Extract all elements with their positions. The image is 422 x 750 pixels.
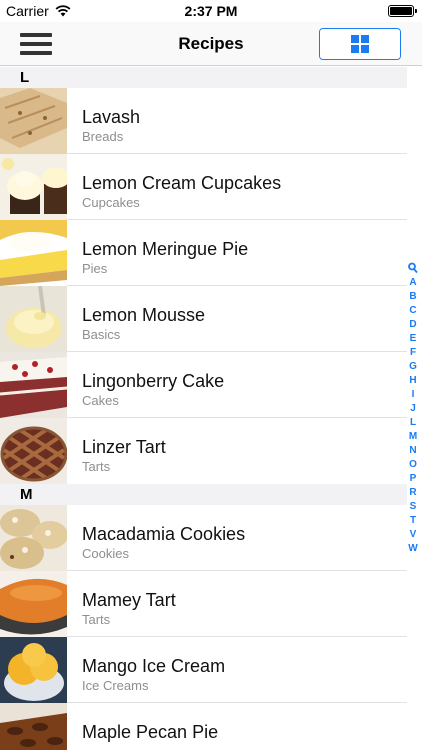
recipe-row-lingonberry-cake[interactable]: Lingonberry Cake Cakes	[0, 352, 407, 418]
recipe-thumbnail	[0, 418, 67, 484]
recipe-title: Mamey Tart	[82, 590, 176, 610]
battery-icon	[388, 5, 417, 17]
view-mode-toggle[interactable]	[319, 28, 401, 60]
recipe-title: Lingonberry Cake	[82, 371, 225, 391]
recipe-row-lemon-mousse[interactable]: Lemon Mousse Basics	[0, 286, 407, 352]
recipe-title: Mango Ice Cream	[82, 656, 226, 676]
index-letter-g[interactable]: G	[406, 360, 420, 374]
recipe-title: Lemon Mousse	[82, 305, 206, 325]
recipe-title: Macadamia Cookies	[82, 524, 246, 544]
index-letter-s[interactable]: S	[406, 500, 420, 514]
index-letter-o[interactable]: O	[406, 458, 420, 472]
status-bar: Carrier 2:37 PM	[0, 0, 422, 22]
index-letter-w[interactable]: W	[406, 542, 420, 556]
index-letter-c[interactable]: C	[406, 304, 420, 318]
status-time: 2:37 PM	[184, 3, 238, 19]
recipe-category: Cakes	[82, 393, 119, 408]
recipe-row-linzer-tart[interactable]: Linzer Tart Tarts	[0, 418, 407, 484]
index-letter-h[interactable]: H	[406, 374, 420, 388]
recipe-thumbnail	[0, 505, 67, 571]
recipe-row-maple-pecan-pie[interactable]: Maple Pecan Pie	[0, 703, 407, 750]
recipe-row-lavash[interactable]: Lavash Breads	[0, 88, 407, 154]
recipe-title: Lemon Meringue Pie	[82, 239, 249, 259]
recipe-thumbnail	[0, 703, 67, 750]
recipe-thumbnail	[0, 88, 67, 154]
recipe-thumbnail	[0, 286, 67, 352]
recipe-title: Maple Pecan Pie	[82, 722, 219, 742]
recipe-row-macadamia-cookies[interactable]: Macadamia Cookies Cookies	[0, 505, 407, 571]
index-letter-m[interactable]: M	[406, 430, 420, 444]
recipe-row-lemon-meringue-pie[interactable]: Lemon Meringue Pie Pies	[0, 220, 407, 286]
section-header-l: L	[0, 67, 407, 88]
recipe-thumbnail	[0, 571, 67, 637]
index-letter-b[interactable]: B	[406, 290, 420, 304]
section-header-m: M	[0, 484, 407, 505]
recipe-list[interactable]: L Lavash Breads Lemon Cream Cupcakes Cup…	[0, 67, 407, 750]
recipe-thumbnail	[0, 637, 67, 703]
index-letter-n[interactable]: N	[406, 444, 420, 458]
section-index[interactable]: A B C D E F G H I J L M N O P R S T V W	[406, 262, 420, 556]
recipe-category: Breads	[82, 129, 124, 144]
recipe-category: Tarts	[82, 612, 111, 627]
recipe-thumbnail	[0, 352, 67, 418]
recipe-row-mamey-tart[interactable]: Mamey Tart Tarts	[0, 571, 407, 637]
recipe-category: Basics	[82, 327, 121, 342]
index-letter-v[interactable]: V	[406, 528, 420, 542]
recipe-title: Lemon Cream Cupcakes	[82, 173, 282, 193]
index-letter-l[interactable]: L	[406, 416, 420, 430]
navigation-bar: Recipes	[0, 22, 422, 66]
index-letter-p[interactable]: P	[406, 472, 420, 486]
index-letter-a[interactable]: A	[406, 276, 420, 290]
recipe-category: Cookies	[82, 546, 129, 561]
index-letter-i[interactable]: I	[406, 388, 420, 402]
index-letter-r[interactable]: R	[406, 486, 420, 500]
recipe-row-mango-ice-cream[interactable]: Mango Ice Cream Ice Creams	[0, 637, 407, 703]
recipe-category: Pies	[82, 261, 108, 276]
grid-view-button[interactable]	[320, 29, 400, 59]
recipe-title: Linzer Tart	[82, 437, 166, 457]
recipe-row-lemon-cream-cupcakes[interactable]: Lemon Cream Cupcakes Cupcakes	[0, 154, 407, 220]
recipe-category: Tarts	[82, 459, 111, 474]
index-letter-e[interactable]: E	[406, 332, 420, 346]
recipe-thumbnail	[0, 220, 67, 286]
index-letter-f[interactable]: F	[406, 346, 420, 360]
index-letter-t[interactable]: T	[406, 514, 420, 528]
index-letter-d[interactable]: D	[406, 318, 420, 332]
grid-icon	[351, 35, 369, 53]
index-letter-j[interactable]: J	[406, 402, 420, 416]
search-icon[interactable]	[408, 262, 418, 274]
recipe-category: Cupcakes	[82, 195, 140, 210]
recipe-title: Lavash	[82, 107, 141, 127]
recipe-thumbnail	[0, 154, 67, 220]
recipe-category: Ice Creams	[82, 678, 149, 693]
